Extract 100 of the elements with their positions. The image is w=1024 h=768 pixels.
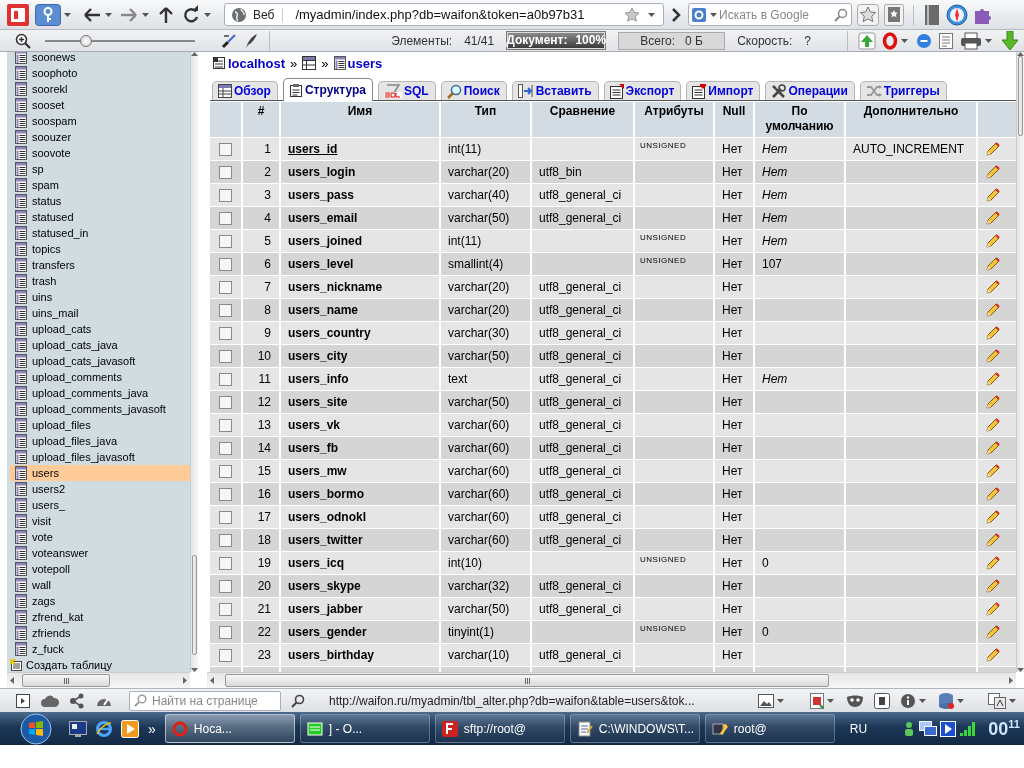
row-checkbox[interactable] [219,303,232,317]
table-icon[interactable] [15,210,27,224]
search-field[interactable]: Искать в Google [688,3,852,26]
cloud-icon[interactable] [41,693,59,708]
compass-icon[interactable] [946,3,968,26]
table-list-item[interactable]: users2 [10,481,190,497]
more-button[interactable]: » [148,720,156,737]
caret-icon[interactable] [901,38,908,43]
horizontal-scrollbar[interactable] [207,672,1016,688]
table-list-item[interactable]: uins [10,289,190,305]
row-checkbox[interactable] [219,487,232,501]
table-list-item[interactable]: soospam [10,113,190,129]
breadcrumb-link[interactable]: users [333,55,383,71]
table-icon[interactable] [15,146,27,160]
table-icon[interactable] [15,642,27,656]
notes-icon[interactable] [938,31,954,50]
tab[interactable]: SQL [378,81,436,100]
row-checkbox[interactable] [219,395,232,409]
pencil-icon[interactable] [985,647,1001,663]
table-list-item[interactable]: zfrend_kat [10,609,190,625]
reload-icon[interactable] [181,4,201,25]
tab[interactable]: Поиск [440,81,507,100]
table-icon[interactable] [15,610,27,624]
table-icon[interactable] [15,402,27,416]
table-list-item[interactable]: visit [10,513,190,529]
scrollbar-thumb[interactable] [225,674,829,687]
pencil-icon[interactable] [985,164,1001,180]
pencil-icon[interactable] [985,624,1001,640]
caret-icon[interactable] [105,12,112,17]
find-field[interactable]: Найти на странице [129,690,281,711]
vertical-scrollbar[interactable] [190,52,198,672]
tab[interactable]: Вставить [511,81,599,100]
table-icon[interactable] [15,242,27,256]
create-table-link[interactable]: Создать таблицу [10,657,190,672]
scroll-up-arrow-icon[interactable] [191,52,198,56]
minus-circle-icon[interactable] [916,32,932,49]
row-checkbox[interactable] [219,441,232,455]
table-icon[interactable] [15,466,27,480]
panel-toggle-icon[interactable] [15,692,31,709]
table-icon[interactable] [15,162,27,176]
table-list-item[interactable]: upload_files_java [10,433,190,449]
tab[interactable]: Экспорт [603,81,682,100]
pencil-icon[interactable] [985,233,1001,249]
caret-icon[interactable] [777,698,784,703]
row-checkbox[interactable] [219,579,232,593]
pencil-icon[interactable] [985,279,1001,295]
table-icon[interactable] [15,546,27,560]
brush-icon[interactable] [221,32,237,49]
table-list-item[interactable]: upload_cats_java [10,337,190,353]
taskbar-button[interactable]: Hoca... [164,714,295,743]
pencil-icon[interactable] [985,141,1001,157]
table-icon[interactable] [15,290,27,304]
scroll-right-arrow-icon[interactable] [1009,677,1013,684]
caret-icon[interactable] [957,698,964,703]
scroll-left-arrow-icon[interactable] [210,677,214,684]
grip-icon[interactable] [523,677,531,684]
caret-icon[interactable] [1009,698,1016,703]
table-list-item[interactable]: upload_comments_java [10,385,190,401]
toggle-square-icon[interactable] [874,692,890,709]
caret-icon[interactable] [64,12,71,17]
pencil-icon[interactable] [985,532,1001,548]
zoom-icon[interactable] [15,32,31,49]
desktop-icon[interactable] [69,720,87,737]
pencil-icon[interactable] [985,325,1001,341]
scroll-down-arrow-icon[interactable] [1017,668,1024,672]
table-icon[interactable] [15,370,27,384]
language-indicator[interactable]: RU [849,721,868,736]
pencil-icon[interactable] [985,348,1001,364]
row-checkbox[interactable] [219,142,232,156]
table-icon[interactable] [15,450,27,464]
pencil-icon[interactable] [985,440,1001,456]
key-icon[interactable] [35,3,61,26]
table-list-item[interactable]: uins_mail [10,305,190,321]
row-checkbox[interactable] [219,326,232,340]
table-icon[interactable] [15,530,27,544]
table-list-item[interactable]: statused [10,209,190,225]
table-icon[interactable] [15,82,27,96]
table-list-item[interactable]: sp [10,161,190,177]
row-checkbox[interactable] [219,625,232,639]
caret-icon[interactable] [204,12,211,17]
translate-icon[interactable] [988,692,1006,709]
clock-hours[interactable]: 00 [988,718,1009,739]
taskbar-button[interactable]: ] - O... [299,714,430,743]
pencil-icon[interactable] [985,187,1001,203]
table-icon[interactable] [15,514,27,528]
table-icon[interactable] [15,338,27,352]
signal-bars-icon[interactable] [959,720,976,737]
row-checkbox[interactable] [219,556,232,570]
start-button[interactable] [20,712,52,745]
table-list-item[interactable]: users [10,465,190,481]
table-icon[interactable] [15,418,27,432]
table-icon[interactable] [15,562,27,576]
pencil-icon[interactable] [985,486,1001,502]
scrollbar-thumb[interactable] [22,674,110,687]
table-icon[interactable] [15,434,27,448]
table-icon[interactable] [15,594,27,608]
table-icon[interactable] [15,258,27,272]
zoom-slider-thumb[interactable] [79,34,92,47]
display-icon[interactable] [919,720,938,737]
table-list-item[interactable]: upload_files_javasoft [10,449,190,465]
